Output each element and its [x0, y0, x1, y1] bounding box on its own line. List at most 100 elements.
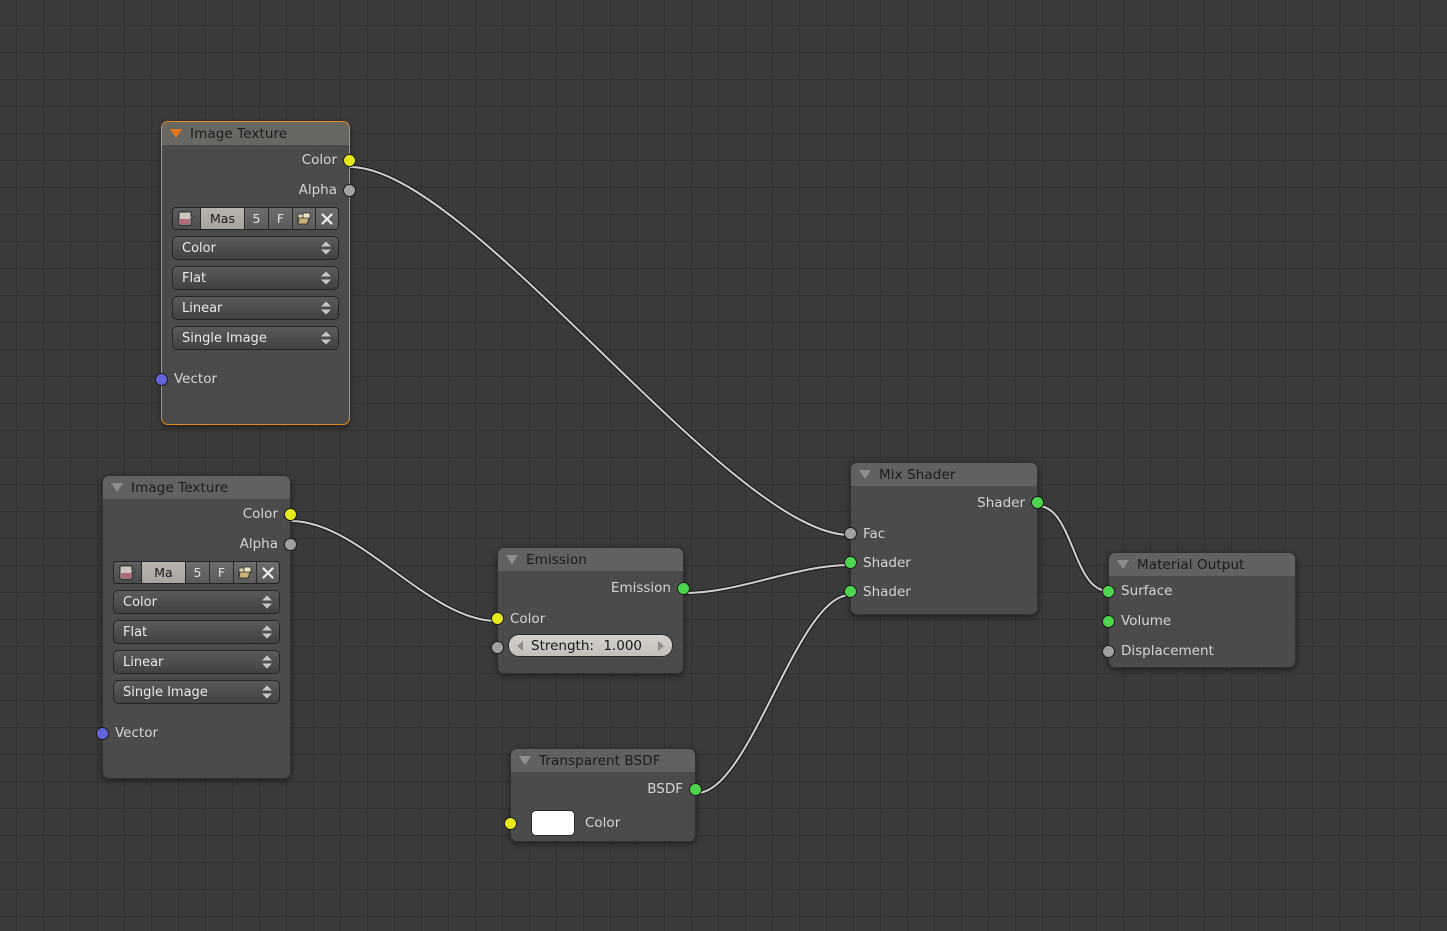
node-header[interactable]: Emission: [498, 548, 683, 571]
dropdown-interpolation[interactable]: Linear: [113, 650, 280, 674]
input-label-fac: Fac: [863, 525, 886, 542]
output-socket-color[interactable]: [284, 508, 297, 521]
input-socket-color[interactable]: [504, 817, 517, 830]
image-name-field[interactable]: Mas: [201, 208, 245, 229]
dropdown-projection[interactable]: Flat: [113, 620, 280, 644]
output-label-bsdf: BSDF: [647, 781, 683, 797]
input-socket-shader-2[interactable]: [844, 585, 857, 598]
dropdown-row-projection: Flat: [103, 620, 290, 644]
input-socket-strength[interactable]: [491, 641, 504, 654]
output-socket-row-shader: Shader: [851, 486, 1044, 519]
node-header[interactable]: Image Texture: [103, 476, 290, 499]
input-label-vector: Vector: [174, 371, 218, 387]
node-title: Material Output: [1137, 556, 1245, 573]
output-socket-color[interactable]: [343, 154, 356, 167]
input-label-volume: Volume: [1121, 613, 1172, 629]
dropdown-color-space[interactable]: Color: [113, 590, 280, 614]
chevron-updown-icon: [321, 301, 331, 315]
node-header[interactable]: Mix Shader: [851, 463, 1037, 486]
open-file-icon[interactable]: [293, 208, 316, 229]
collapse-triangle-icon[interactable]: [111, 483, 123, 492]
dropdown-value: Flat: [182, 270, 207, 286]
node-editor-canvas[interactable]: Image Texture Color Alpha Mas 5 F Color …: [0, 0, 1447, 931]
output-label-alpha: Alpha: [298, 182, 337, 198]
input-socket-shader-1[interactable]: [844, 556, 857, 569]
input-socket-surface[interactable]: [1102, 585, 1115, 598]
input-label-vector: Vector: [115, 725, 159, 741]
input-socket-vector[interactable]: [96, 727, 109, 740]
node-image-texture-top[interactable]: Image Texture Color Alpha Mas 5 F Color …: [155, 121, 356, 425]
dropdown-color-space[interactable]: Color: [172, 236, 339, 260]
strength-value: 1.000: [603, 637, 642, 654]
input-socket-color[interactable]: [491, 612, 504, 625]
collapse-triangle-icon[interactable]: [859, 470, 871, 479]
collapse-triangle-icon[interactable]: [170, 129, 182, 138]
node-body: Color Alpha Ma 5 F Color Flat Linear Sin…: [96, 499, 297, 748]
output-socket-bsdf[interactable]: [689, 783, 702, 796]
output-label-emission: Emission: [610, 580, 671, 596]
collapse-triangle-icon[interactable]: [519, 756, 531, 765]
input-socket-row-color: Color: [491, 605, 683, 632]
dropdown-row-source: Single Image: [162, 326, 349, 350]
dropdown-source[interactable]: Single Image: [113, 680, 280, 704]
slider-right-arrow-icon[interactable]: [658, 640, 664, 651]
chevron-updown-icon: [262, 625, 272, 639]
image-datablock-selector[interactable]: Ma 5 F: [113, 561, 280, 584]
image-users-count[interactable]: 5: [245, 208, 269, 229]
output-label-alpha: Alpha: [239, 536, 278, 552]
unlink-x-icon[interactable]: [257, 562, 279, 583]
node-emission[interactable]: Emission Emission Color Strength: 1.000: [491, 547, 690, 674]
image-users-count[interactable]: 5: [186, 562, 210, 583]
node-transparent-bsdf[interactable]: Transparent BSDF BSDF Color: [504, 748, 702, 842]
input-label-surface: Surface: [1121, 583, 1173, 599]
node-header[interactable]: Transparent BSDF: [511, 749, 695, 772]
input-socket-displacement[interactable]: [1102, 645, 1115, 658]
node-header[interactable]: Image Texture: [162, 122, 349, 145]
slider-left-arrow-icon[interactable]: [517, 640, 523, 651]
open-file-icon[interactable]: [234, 562, 257, 583]
strength-slider[interactable]: Strength: 1.000: [508, 634, 673, 657]
dropdown-projection[interactable]: Flat: [172, 266, 339, 290]
node-material-output[interactable]: Material Output Surface Volume Displacem…: [1102, 552, 1296, 668]
node-title: Image Texture: [190, 125, 288, 142]
node-header[interactable]: Material Output: [1109, 553, 1295, 576]
image-datablock-icon[interactable]: [173, 208, 201, 229]
input-socket-fac[interactable]: [844, 527, 857, 540]
image-datablock-selector[interactable]: Mas 5 F: [172, 207, 339, 230]
output-socket-row-alpha: Alpha: [103, 529, 297, 559]
node-title: Emission: [526, 551, 587, 568]
output-socket-shader[interactable]: [1031, 496, 1044, 509]
image-datablock-icon[interactable]: [114, 562, 142, 583]
node-mix-shader[interactable]: Mix Shader Shader Fac Shader Shader: [844, 462, 1044, 615]
dropdown-row-source: Single Image: [103, 680, 290, 704]
color-swatch[interactable]: [531, 810, 575, 836]
output-label-color: Color: [301, 152, 337, 168]
input-label-shader-2: Shader: [863, 583, 911, 600]
input-socket-row-color: Color: [504, 806, 695, 840]
image-datablock-row: Ma 5 F: [103, 561, 290, 584]
input-socket-row-volume: Volume: [1102, 606, 1295, 636]
input-label-displacement: Displacement: [1121, 643, 1214, 659]
output-socket-emission[interactable]: [677, 582, 690, 595]
unlink-x-icon[interactable]: [316, 208, 338, 229]
strength-row: Strength: 1.000: [491, 634, 683, 657]
dropdown-value: Flat: [123, 624, 148, 640]
node-image-texture-bottom[interactable]: Image Texture Color Alpha Ma 5 F Color F…: [96, 475, 297, 779]
input-label-color: Color: [510, 610, 546, 627]
output-socket-alpha[interactable]: [343, 184, 356, 197]
dropdown-interpolation[interactable]: Linear: [172, 296, 339, 320]
output-socket-row-color: Color: [162, 145, 356, 175]
fake-user-button[interactable]: F: [269, 208, 293, 229]
dropdown-source[interactable]: Single Image: [172, 326, 339, 350]
collapse-triangle-icon[interactable]: [506, 555, 518, 564]
input-socket-volume[interactable]: [1102, 615, 1115, 628]
collapse-triangle-icon[interactable]: [1117, 560, 1129, 569]
dropdown-value: Color: [123, 594, 157, 610]
node-title: Mix Shader: [879, 466, 956, 483]
fake-user-button[interactable]: F: [210, 562, 234, 583]
image-name-field[interactable]: Ma: [142, 562, 186, 583]
chevron-updown-icon: [321, 271, 331, 285]
input-socket-vector[interactable]: [155, 373, 168, 386]
output-socket-alpha[interactable]: [284, 538, 297, 551]
